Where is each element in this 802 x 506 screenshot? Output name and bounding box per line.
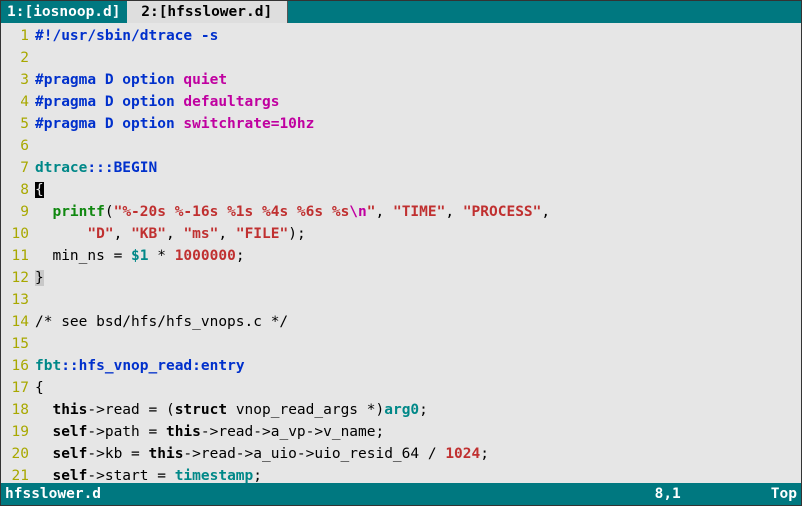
code-line[interactable]: 19 self->path = this->read->a_vp->v_name…: [1, 421, 801, 443]
code-line[interactable]: 21 self->start = timestamp;: [1, 465, 801, 483]
code-content[interactable]: dtrace:::BEGIN: [35, 157, 801, 179]
tab-iosnoop[interactable]: 1:[iosnoop.d]: [1, 1, 127, 23]
code-content[interactable]: #pragma D option defaultargs: [35, 91, 801, 113]
code-content[interactable]: }: [35, 267, 801, 289]
code-line[interactable]: 17{: [1, 377, 801, 399]
code-line[interactable]: 10 "D", "KB", "ms", "FILE");: [1, 223, 801, 245]
code-content[interactable]: this->read = (struct vnop_read_args *)ar…: [35, 399, 801, 421]
code-content[interactable]: fbt::hfs_vnop_read:entry: [35, 355, 801, 377]
code-line[interactable]: 8{: [1, 179, 801, 201]
line-number: 3: [1, 69, 35, 91]
line-number: 6: [1, 135, 35, 157]
editor-window: 1:[iosnoop.d] 2:[hfsslower.d] 1#!/usr/sb…: [0, 0, 802, 506]
line-number: 21: [1, 465, 35, 483]
code-line[interactable]: 16fbt::hfs_vnop_read:entry: [1, 355, 801, 377]
line-number: 8: [1, 179, 35, 201]
code-line[interactable]: 7dtrace:::BEGIN: [1, 157, 801, 179]
status-bar: hfsslower.d 8,1 Top: [1, 483, 801, 505]
code-content[interactable]: min_ns = $1 * 1000000;: [35, 245, 801, 267]
code-line[interactable]: 1#!/usr/sbin/dtrace -s: [1, 25, 801, 47]
code-line[interactable]: 6: [1, 135, 801, 157]
code-content[interactable]: #!/usr/sbin/dtrace -s: [35, 25, 801, 47]
line-number: 19: [1, 421, 35, 443]
code-line[interactable]: 18 this->read = (struct vnop_read_args *…: [1, 399, 801, 421]
line-number: 18: [1, 399, 35, 421]
code-content[interactable]: [35, 47, 801, 69]
line-number: 5: [1, 113, 35, 135]
code-content[interactable]: self->kb = this->read->a_uio->uio_resid_…: [35, 443, 801, 465]
code-line[interactable]: 20 self->kb = this->read->a_uio->uio_res…: [1, 443, 801, 465]
line-number: 4: [1, 91, 35, 113]
code-line[interactable]: 9 printf("%-20s %-16s %1s %4s %6s %s\n",…: [1, 201, 801, 223]
status-file-name: hfsslower.d: [5, 486, 101, 502]
code-content[interactable]: /* see bsd/hfs/hfs_vnops.c */: [35, 311, 801, 333]
code-content[interactable]: {: [35, 377, 801, 399]
line-number: 16: [1, 355, 35, 377]
code-content[interactable]: [35, 289, 801, 311]
tab-hfsslower[interactable]: 2:[hfsslower.d]: [127, 1, 288, 23]
code-line[interactable]: 3#pragma D option quiet: [1, 69, 801, 91]
status-cursor-position: 8,1: [655, 486, 681, 502]
code-line[interactable]: 13: [1, 289, 801, 311]
line-number: 12: [1, 267, 35, 289]
tab-bar: 1:[iosnoop.d] 2:[hfsslower.d]: [1, 1, 801, 23]
code-content[interactable]: {: [35, 179, 801, 201]
line-number: 9: [1, 201, 35, 223]
code-editor[interactable]: 1#!/usr/sbin/dtrace -s23#pragma D option…: [1, 23, 801, 483]
line-number: 13: [1, 289, 35, 311]
code-content[interactable]: #pragma D option quiet: [35, 69, 801, 91]
tab-bar-filler: [288, 1, 801, 23]
code-content[interactable]: self->path = this->read->a_vp->v_name;: [35, 421, 801, 443]
code-line[interactable]: 12}: [1, 267, 801, 289]
code-line[interactable]: 5#pragma D option switchrate=10hz: [1, 113, 801, 135]
code-content[interactable]: printf("%-20s %-16s %1s %4s %6s %s\n", "…: [35, 201, 801, 223]
code-content[interactable]: [35, 135, 801, 157]
line-number: 10: [1, 223, 35, 245]
code-content[interactable]: [35, 333, 801, 355]
status-scroll-indicator: Top: [771, 486, 797, 502]
line-number: 15: [1, 333, 35, 355]
line-number: 20: [1, 443, 35, 465]
line-number: 2: [1, 47, 35, 69]
code-line[interactable]: 11 min_ns = $1 * 1000000;: [1, 245, 801, 267]
code-content[interactable]: self->start = timestamp;: [35, 465, 801, 483]
code-content[interactable]: "D", "KB", "ms", "FILE");: [35, 223, 801, 245]
line-number: 14: [1, 311, 35, 333]
code-line[interactable]: 15: [1, 333, 801, 355]
code-line[interactable]: 14/* see bsd/hfs/hfs_vnops.c */: [1, 311, 801, 333]
code-line[interactable]: 4#pragma D option defaultargs: [1, 91, 801, 113]
line-number: 11: [1, 245, 35, 267]
line-number: 17: [1, 377, 35, 399]
line-number: 7: [1, 157, 35, 179]
line-number: 1: [1, 25, 35, 47]
code-content[interactable]: #pragma D option switchrate=10hz: [35, 113, 801, 135]
code-line[interactable]: 2: [1, 47, 801, 69]
